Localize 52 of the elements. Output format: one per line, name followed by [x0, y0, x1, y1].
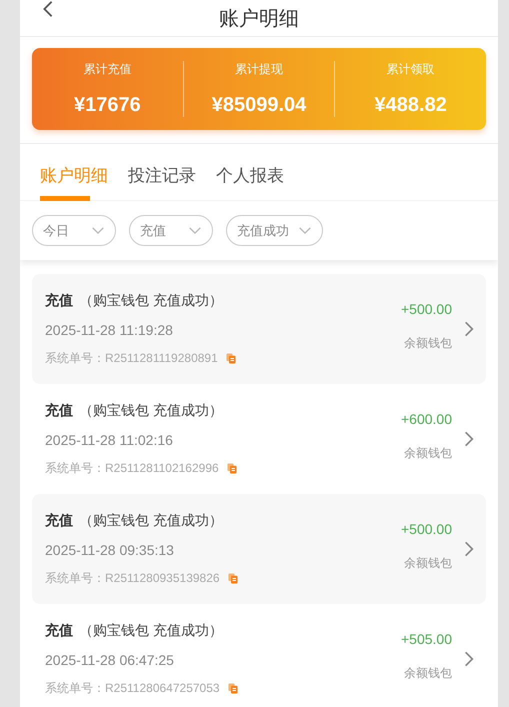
- summary-label: 累计提现: [235, 61, 283, 78]
- record-row[interactable]: 充值 （购宝钱包 充值成功） 2025-11-28 11:02:16 系统单号：R2511281102162996 +600.00 余额钱包: [32, 384, 486, 494]
- record-time: 2025-11-28 11:19:28: [45, 322, 174, 338]
- record-amount: +505.00: [401, 630, 452, 646]
- summary-value: ¥85099.04: [212, 94, 306, 117]
- record-detail: （购宝钱包 充值成功）: [79, 622, 223, 638]
- record-type: 充值: [45, 402, 73, 418]
- order-number: 系统单号：R2511280647257053: [45, 680, 220, 696]
- record-amount: +500.00: [401, 300, 452, 316]
- record-time: 2025-11-28 09:35:13: [45, 542, 175, 558]
- tab[interactable]: 投注记录: [118, 156, 206, 200]
- wallet-label: 余额钱包: [404, 554, 452, 572]
- copy-icon[interactable]: [228, 682, 238, 694]
- copy-icon[interactable]: [226, 352, 236, 364]
- back-button[interactable]: [42, 0, 54, 18]
- wallet-label: 余额钱包: [404, 664, 452, 682]
- record-type: 充值: [45, 292, 73, 308]
- chevron-down-icon: [298, 226, 312, 235]
- filter-dropdown[interactable]: 充值: [129, 215, 213, 246]
- record-time: 2025-11-28 06:47:25: [45, 652, 175, 668]
- wallet-label: 余额钱包: [404, 334, 452, 352]
- chevron-right-icon: [464, 430, 474, 448]
- order-number: 系统单号：R2511280935139826: [45, 570, 220, 586]
- record-row[interactable]: 充值 （购宝钱包 充值成功） 2025-11-28 09:35:13 系统单号：R2511280935139826 +500.00 余额钱包: [32, 494, 486, 604]
- record-amount: +600.00: [401, 410, 452, 426]
- record-row[interactable]: 充值 （购宝钱包 充值成功） 2025-11-28 06:47:25 系统单号：R2511280647257053 +505.00 余额钱包: [32, 604, 486, 707]
- chevron-right-icon: [464, 540, 474, 558]
- summary-value: ¥17676: [74, 94, 141, 117]
- copy-icon[interactable]: [228, 572, 238, 584]
- order-number: 系统单号：R2511281119280891: [45, 350, 218, 366]
- record-type: 充值: [45, 622, 73, 638]
- record-amount: +500.00: [401, 520, 452, 536]
- summary-label: 累计充值: [83, 61, 132, 78]
- filter-dropdown[interactable]: 充值成功: [226, 215, 323, 246]
- filter-dropdown[interactable]: 今日: [32, 215, 116, 246]
- record-time: 2025-11-28 11:02:16: [45, 432, 174, 448]
- order-number: 系统单号：R2511281102162996: [45, 460, 219, 476]
- chevron-right-icon: [464, 650, 474, 668]
- chevron-right-icon: [464, 320, 474, 338]
- wallet-label: 余额钱包: [404, 444, 452, 462]
- record-row[interactable]: 充值 （购宝钱包 充值成功） 2025-11-28 11:19:28 系统单号：R2511281119280891 +500.00 余额钱包: [32, 274, 486, 384]
- record-type: 充值: [45, 512, 73, 528]
- copy-icon[interactable]: [226, 462, 237, 474]
- page-title: 账户明细: [219, 6, 299, 32]
- chevron-down-icon: [91, 226, 105, 235]
- chevron-down-icon: [188, 226, 202, 235]
- record-detail: （购宝钱包 充值成功）: [79, 512, 223, 528]
- record-detail: （购宝钱包 充值成功）: [79, 402, 223, 418]
- tab[interactable]: 个人报表: [206, 156, 294, 200]
- summary-value: ¥488.82: [374, 94, 447, 117]
- summary-label: 累计领取: [386, 61, 435, 78]
- record-detail: （购宝钱包 充值成功）: [79, 292, 223, 308]
